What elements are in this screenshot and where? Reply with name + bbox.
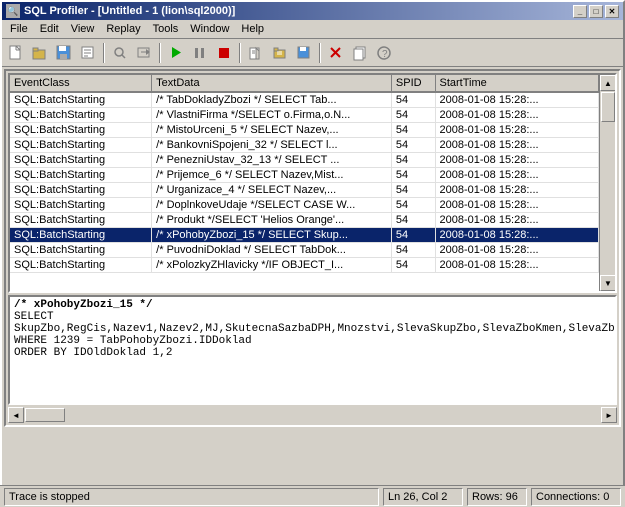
open-trace-button[interactable] bbox=[269, 42, 291, 64]
hscroll-track[interactable] bbox=[24, 407, 601, 423]
hscroll-thumb[interactable] bbox=[25, 408, 65, 422]
separator-4 bbox=[319, 43, 321, 63]
trace-status-pane: Trace is stopped bbox=[4, 488, 379, 506]
stop-button[interactable] bbox=[213, 42, 235, 64]
table-row[interactable]: SQL:BatchStarting/* Produkt */SELECT 'He… bbox=[10, 213, 599, 228]
svg-text:?: ? bbox=[382, 49, 388, 60]
help-icon: ? bbox=[376, 45, 392, 61]
menu-help[interactable]: Help bbox=[235, 21, 270, 37]
menu-tools[interactable]: Tools bbox=[147, 21, 185, 37]
table-row[interactable]: SQL:BatchStarting/* VlastniFirma */SELEC… bbox=[10, 108, 599, 123]
trace-status-text: Trace is stopped bbox=[9, 491, 90, 503]
find-icon bbox=[112, 45, 128, 61]
title-bar-buttons: _ □ ✕ bbox=[573, 5, 619, 18]
col-header-eventclass[interactable]: EventClass bbox=[10, 75, 152, 92]
table-row[interactable]: SQL:BatchStarting/* PenezniUstav_32_13 *… bbox=[10, 153, 599, 168]
save-trace-icon bbox=[296, 45, 312, 61]
scroll-right-button[interactable]: ► bbox=[601, 407, 617, 423]
open-icon bbox=[32, 45, 48, 61]
new-trace-icon bbox=[248, 45, 264, 61]
play-icon bbox=[168, 45, 184, 61]
rows-pane: Rows: 96 bbox=[467, 488, 527, 506]
col-header-spid[interactable]: SPID bbox=[391, 75, 435, 92]
connections-pane: Connections: 0 bbox=[531, 488, 621, 506]
scroll-up-button[interactable]: ▲ bbox=[600, 75, 616, 91]
app-window: 🔍 SQL Profiler - [Untitled - 1 (lion\sql… bbox=[0, 0, 625, 507]
copy-icon bbox=[352, 45, 368, 61]
props-button[interactable] bbox=[77, 42, 99, 64]
save-trace-button[interactable] bbox=[293, 42, 315, 64]
maximize-button[interactable]: □ bbox=[589, 5, 603, 18]
find-button[interactable] bbox=[109, 42, 131, 64]
clear-button[interactable] bbox=[325, 42, 347, 64]
pause-button[interactable] bbox=[189, 42, 211, 64]
horizontal-scrollbar[interactable]: ◄ ► bbox=[8, 407, 617, 423]
separator-2 bbox=[159, 43, 161, 63]
connections-text: Connections: 0 bbox=[536, 491, 609, 503]
table-row[interactable]: SQL:BatchStarting/* MistoUrceni_5 */ SEL… bbox=[10, 123, 599, 138]
extract-icon bbox=[136, 45, 152, 61]
table-row[interactable]: SQL:BatchStarting/* xPolozkyZHlavicky */… bbox=[10, 258, 599, 273]
menu-file[interactable]: File bbox=[4, 21, 34, 37]
toolbar: ? bbox=[2, 39, 623, 67]
new-button[interactable] bbox=[5, 42, 27, 64]
new-trace-button[interactable] bbox=[245, 42, 267, 64]
save-icon bbox=[56, 45, 72, 61]
sql-text-panel[interactable]: /* xPohobyZbozi_15 */ SELECT SkupZbo,Reg… bbox=[8, 295, 617, 405]
content-area: EventClass TextData SPID StartTime SQL:B… bbox=[4, 69, 621, 427]
title-bar-left: 🔍 SQL Profiler - [Untitled - 1 (lion\sql… bbox=[6, 4, 235, 18]
table-scroll-area[interactable]: EventClass TextData SPID StartTime SQL:B… bbox=[10, 75, 615, 291]
stop-icon bbox=[216, 45, 232, 61]
app-icon: 🔍 bbox=[6, 4, 20, 18]
table-row[interactable]: SQL:BatchStarting/* xPohobyZbozi_15 */ S… bbox=[10, 228, 599, 243]
vertical-scrollbar[interactable]: ▲ ▼ bbox=[599, 75, 615, 291]
new-icon bbox=[8, 45, 24, 61]
pause-icon bbox=[192, 45, 208, 61]
scroll-thumb[interactable] bbox=[601, 92, 615, 122]
extract-button[interactable] bbox=[133, 42, 155, 64]
col-header-textdata[interactable]: TextData bbox=[152, 75, 392, 92]
table-row[interactable]: SQL:BatchStarting/* BankovniSpojeni_32 *… bbox=[10, 138, 599, 153]
menu-replay[interactable]: Replay bbox=[100, 21, 146, 37]
table-row[interactable]: SQL:BatchStarting/* DoplnkoveUdaje */SEL… bbox=[10, 198, 599, 213]
separator-1 bbox=[103, 43, 105, 63]
clear-icon bbox=[328, 45, 344, 61]
data-grid: EventClass TextData SPID StartTime SQL:B… bbox=[8, 73, 617, 293]
props-icon bbox=[80, 45, 96, 61]
rows-text: Rows: 96 bbox=[472, 491, 518, 503]
menu-window[interactable]: Window bbox=[184, 21, 235, 37]
scroll-down-button[interactable]: ▼ bbox=[600, 275, 616, 291]
play-button[interactable] bbox=[165, 42, 187, 64]
open-trace-icon bbox=[272, 45, 288, 61]
menu-bar: File Edit View Replay Tools Window Help bbox=[2, 20, 623, 39]
save-button[interactable] bbox=[53, 42, 75, 64]
minimize-button[interactable]: _ bbox=[573, 5, 587, 18]
table-row[interactable]: SQL:BatchStarting/* PuvodniDoklad */ SEL… bbox=[10, 243, 599, 258]
window-title: SQL Profiler - [Untitled - 1 (lion\sql20… bbox=[24, 5, 235, 17]
col-header-starttime[interactable]: StartTime bbox=[435, 75, 599, 92]
copy-button[interactable] bbox=[349, 42, 371, 64]
events-table: EventClass TextData SPID StartTime SQL:B… bbox=[10, 75, 599, 273]
table-row[interactable]: SQL:BatchStarting/* Prijemce_6 */ SELECT… bbox=[10, 168, 599, 183]
open-button[interactable] bbox=[29, 42, 51, 64]
position-pane: Ln 26, Col 2 bbox=[383, 488, 463, 506]
menu-view[interactable]: View bbox=[65, 21, 101, 37]
separator-3 bbox=[239, 43, 241, 63]
title-bar: 🔍 SQL Profiler - [Untitled - 1 (lion\sql… bbox=[2, 2, 623, 20]
position-text: Ln 26, Col 2 bbox=[388, 491, 447, 503]
scroll-track[interactable] bbox=[600, 91, 615, 275]
scroll-left-button[interactable]: ◄ bbox=[8, 407, 24, 423]
table-row[interactable]: SQL:BatchStarting/* Urganizace_4 */ SELE… bbox=[10, 183, 599, 198]
table-row[interactable]: SQL:BatchStarting/* TabDokladyZbozi */ S… bbox=[10, 92, 599, 108]
help-button[interactable]: ? bbox=[373, 42, 395, 64]
close-button[interactable]: ✕ bbox=[605, 5, 619, 18]
menu-edit[interactable]: Edit bbox=[34, 21, 65, 37]
status-bar: Trace is stopped Ln 26, Col 2 Rows: 96 C… bbox=[0, 485, 625, 507]
sql-text-content: /* xPohobyZbozi_15 */ SELECT SkupZbo,Reg… bbox=[14, 299, 611, 359]
